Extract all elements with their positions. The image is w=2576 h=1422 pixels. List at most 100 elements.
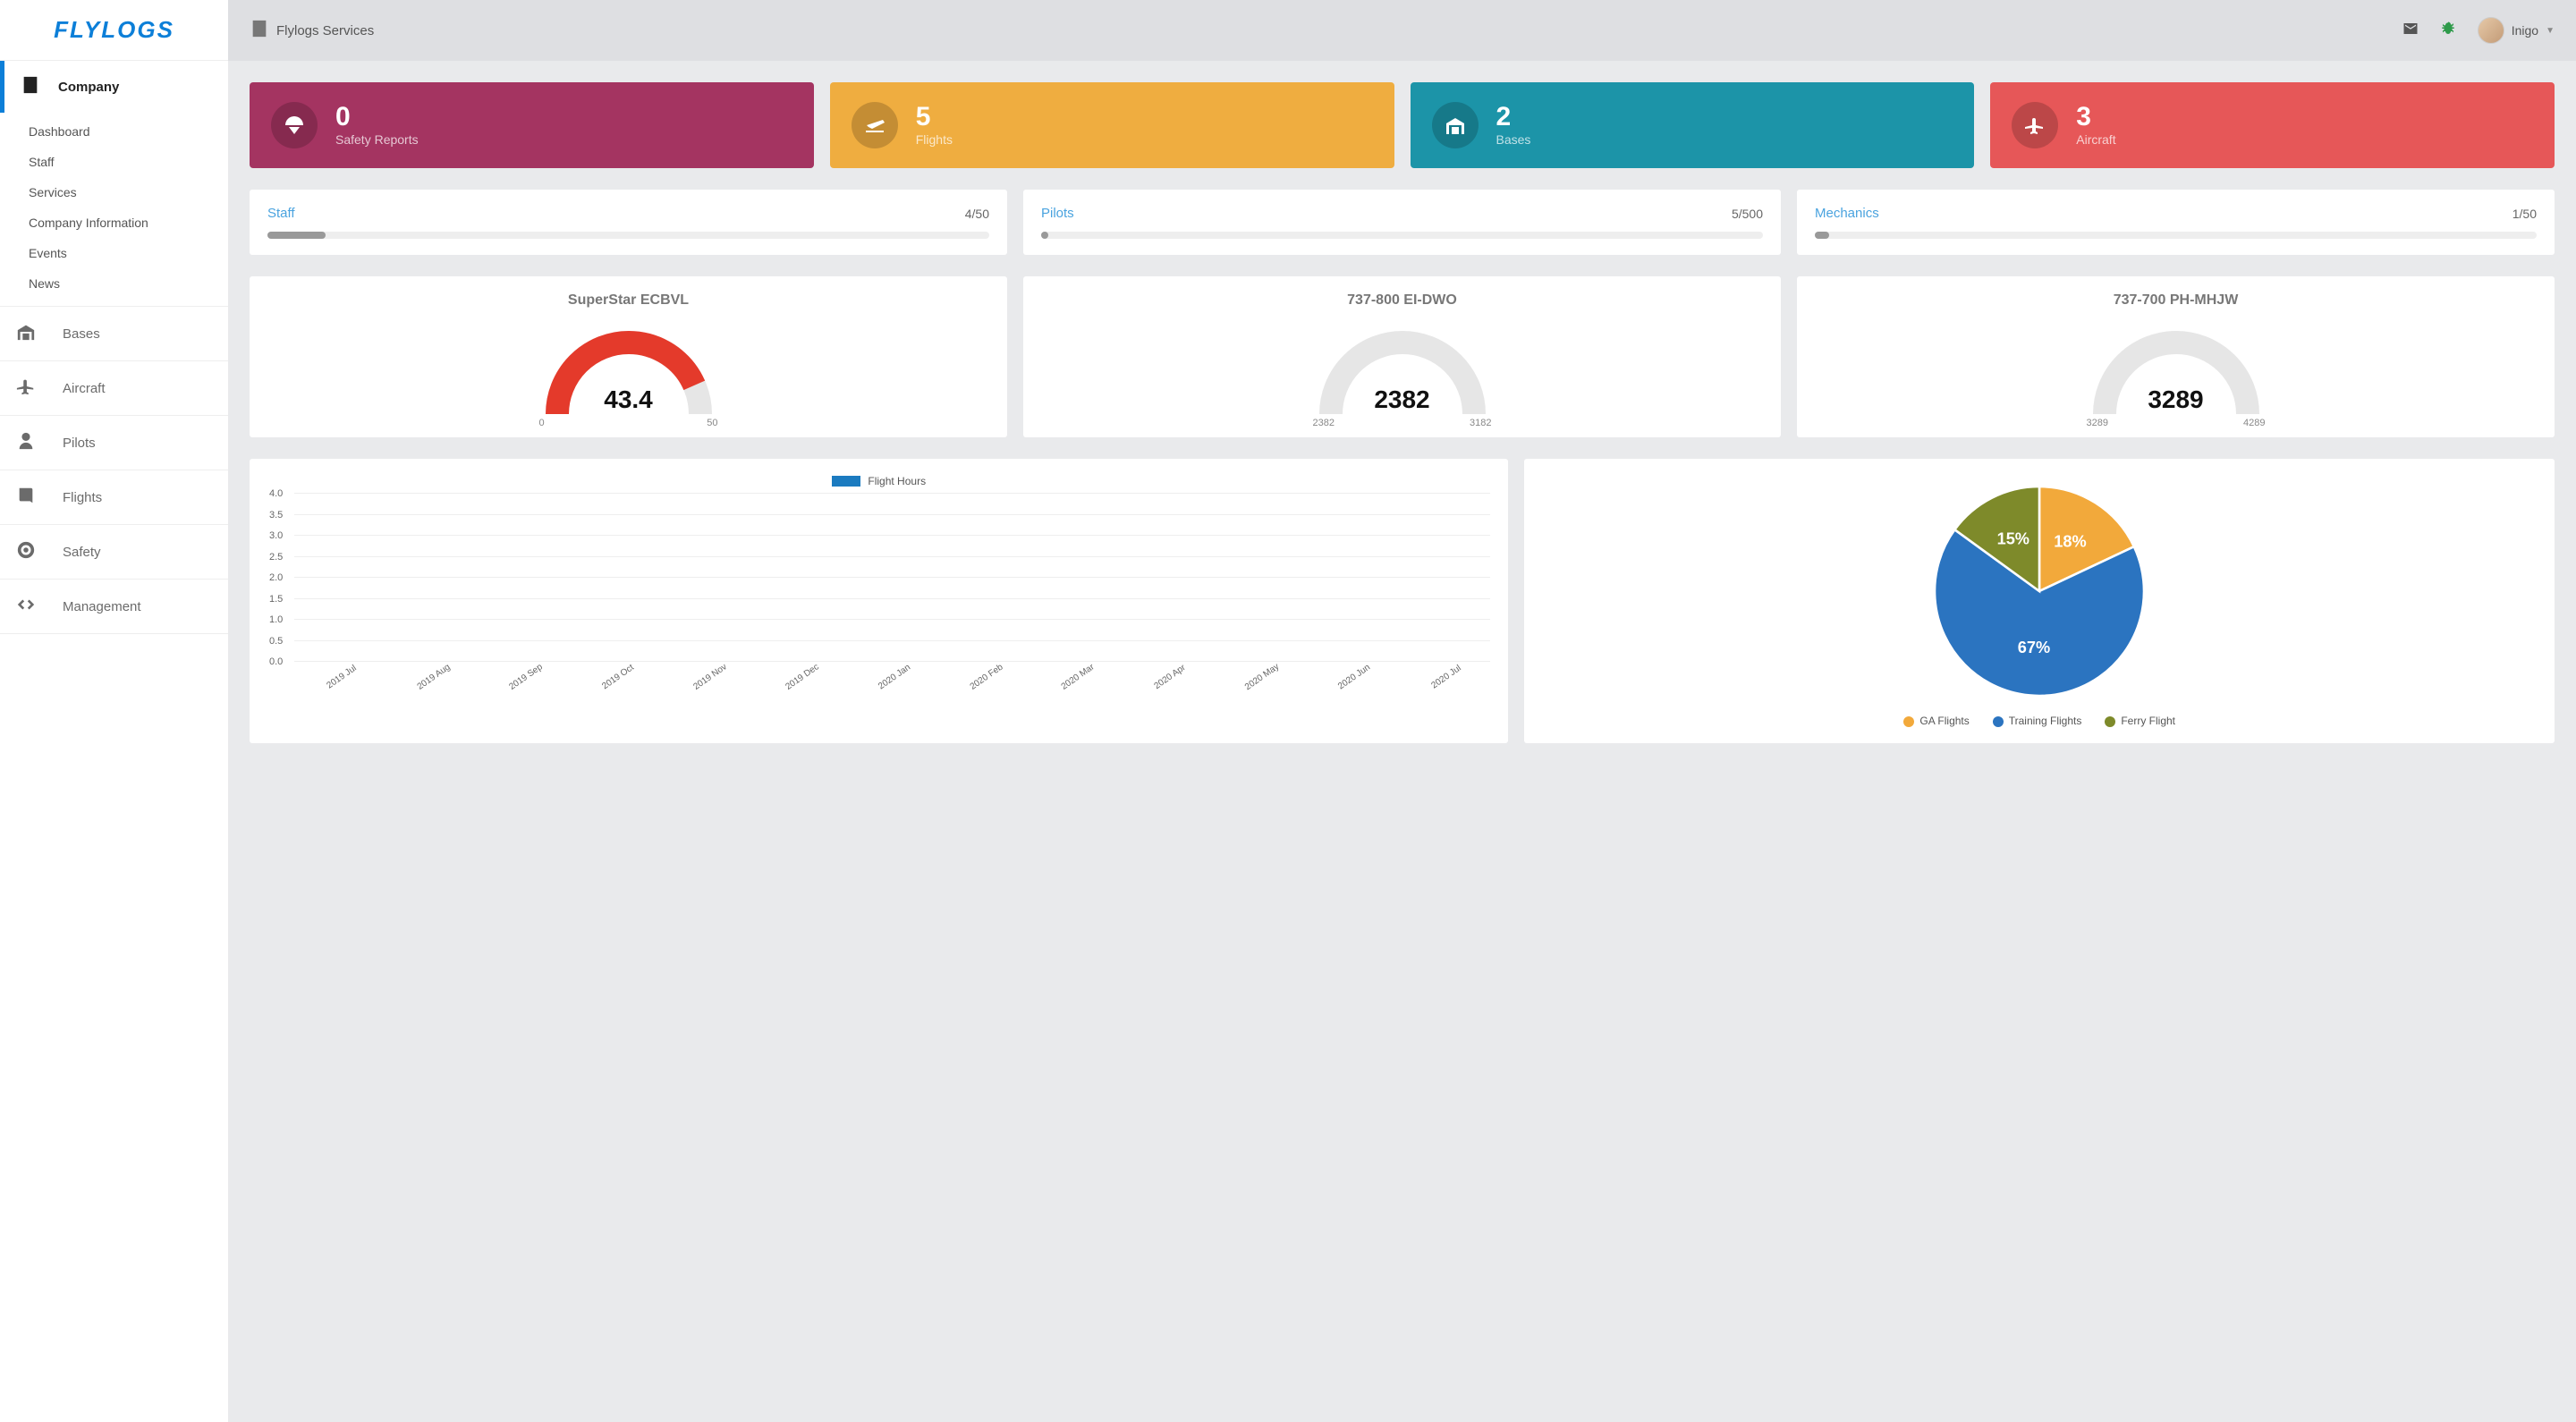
bug-icon[interactable]: [2440, 21, 2456, 41]
plane-icon: [2012, 102, 2058, 148]
progress-bar: [267, 232, 989, 239]
gauge-title: 737-700 PH-MHJW: [1806, 292, 2546, 309]
user-menu[interactable]: Inigo ▼: [2478, 17, 2555, 44]
y-tick: 0.0: [269, 656, 283, 667]
pie-legend: GA Flights Training Flights Ferry Flight: [1903, 715, 2175, 727]
legend-dot: [1993, 716, 2004, 727]
gauge-card[interactable]: SuperStar ECBVL 43.4 050: [250, 276, 1007, 437]
sidebar-item-label: Pilots: [63, 436, 96, 451]
takeoff-icon: [852, 102, 898, 148]
progress-card-mechanics[interactable]: Mechanics 1/50: [1797, 190, 2555, 255]
building-icon: [250, 19, 269, 42]
stat-card-flights[interactable]: 5 Flights: [830, 82, 1394, 168]
sidebar-sub-item[interactable]: Staff: [0, 147, 228, 177]
code-icon: [16, 595, 38, 618]
sidebar-item-label: Bases: [63, 326, 100, 342]
pie-label: 18%: [2054, 532, 2086, 550]
user-name: Inigo: [2512, 23, 2538, 38]
sidebar-sub-item[interactable]: Dashboard: [0, 116, 228, 147]
progress-row: Staff 4/50 Pilots 5/500 Mechanics 1/50: [250, 190, 2555, 255]
y-tick: 3.0: [269, 530, 283, 541]
progress-card-staff[interactable]: Staff 4/50: [250, 190, 1007, 255]
y-tick: 1.5: [269, 594, 283, 605]
legend-swatch: [832, 476, 860, 487]
sidebar-item-company[interactable]: Company: [0, 61, 228, 113]
main-nav: Bases Aircraft Pilots Flights Safety Manageme…: [0, 307, 228, 634]
legend-item: Training Flights: [1993, 715, 2082, 727]
bar-chart-title: Flight Hours: [868, 475, 926, 487]
y-tick: 2.5: [269, 552, 283, 563]
progress-title: Pilots: [1041, 206, 1074, 221]
pilot-icon: [16, 431, 38, 454]
gauge-value: 43.4: [530, 385, 727, 414]
sidebar-item-pilots[interactable]: Pilots: [0, 416, 228, 470]
legend-dot: [1903, 716, 1914, 727]
pie-chart-card: 18%67%15% GA Flights Training Flights Ferr…: [1524, 459, 2555, 743]
nav-section-company: Company Dashboard Staff Services Company…: [0, 61, 228, 307]
breadcrumb: Flylogs Services: [250, 19, 374, 42]
gauge-card[interactable]: 737-800 EI-DWO 2382 23823182: [1023, 276, 1781, 437]
logo-area: FLYLOGS: [0, 0, 228, 61]
stat-card-aircraft[interactable]: 3 Aircraft: [1990, 82, 2555, 168]
parachute-icon: [271, 102, 318, 148]
page-title: Flylogs Services: [276, 23, 374, 38]
sidebar-sub-item[interactable]: Events: [0, 238, 228, 268]
hangar-icon: [16, 322, 38, 345]
y-tick: 0.5: [269, 636, 283, 647]
sidebar-item-safety[interactable]: Safety: [0, 525, 228, 580]
stat-label: Flights: [916, 132, 953, 147]
bar-chart-card: Flight Hours 0.0 0.5 1.0 1.5 2.0 2.5 3.0 3.5 4.0…: [250, 459, 1508, 743]
sidebar: FLYLOGS Company Dashboard Staff Services…: [0, 0, 228, 1422]
sidebar-item-label: Management: [63, 599, 141, 614]
brand-logo[interactable]: FLYLOGS: [54, 16, 174, 44]
stat-label: Safety Reports: [335, 132, 419, 147]
legend-item: Ferry Flight: [2105, 715, 2175, 727]
hangar-icon: [1432, 102, 1479, 148]
sidebar-item-aircraft[interactable]: Aircraft: [0, 361, 228, 416]
book-icon: [16, 486, 38, 509]
sidebar-sub-item[interactable]: Company Information: [0, 207, 228, 238]
sidebar-company-label: Company: [58, 80, 119, 95]
sidebar-item-flights[interactable]: Flights: [0, 470, 228, 525]
y-tick: 2.0: [269, 572, 283, 583]
progress-title: Mechanics: [1815, 206, 1879, 221]
y-tick: 1.0: [269, 614, 283, 625]
progress-title: Staff: [267, 206, 295, 221]
y-tick: 3.5: [269, 510, 283, 521]
progress-fill: [267, 232, 326, 239]
stat-card-safety-reports[interactable]: 0 Safety Reports: [250, 82, 814, 168]
gauge-card[interactable]: 737-700 PH-MHJW 3289 32894289: [1797, 276, 2555, 437]
stat-label: Aircraft: [2076, 132, 2115, 147]
chevron-down-icon: ▼: [2546, 26, 2555, 36]
stat-label: Bases: [1496, 132, 1531, 147]
progress-fill: [1815, 232, 1829, 239]
stats-row: 0 Safety Reports 5 Flights 2 Bases 3 Air…: [250, 82, 2555, 168]
pie-chart: 18%67%15%: [1923, 475, 2156, 707]
bar-chart: 0.00.51.01.52.02.53.03.54.02019 Jul2019 …: [267, 493, 1490, 690]
topbar: Flylogs Services Inigo ▼: [228, 0, 2576, 61]
topbar-actions: Inigo ▼: [2402, 17, 2555, 44]
legend-dot: [2105, 716, 2115, 727]
stat-value: 5: [916, 104, 953, 131]
progress-card-pilots[interactable]: Pilots 5/500: [1023, 190, 1781, 255]
gauge-title: SuperStar ECBVL: [258, 292, 998, 309]
pie-label: 15%: [1997, 529, 2029, 547]
y-tick: 4.0: [269, 488, 283, 499]
mail-icon[interactable]: [2402, 21, 2419, 41]
sidebar-sub-company: Dashboard Staff Services Company Informa…: [0, 113, 228, 306]
sidebar-item-bases[interactable]: Bases: [0, 307, 228, 361]
stat-value: 3: [2076, 104, 2115, 131]
sidebar-item-management[interactable]: Management: [0, 580, 228, 634]
stat-card-bases[interactable]: 2 Bases: [1411, 82, 1975, 168]
progress-bar: [1041, 232, 1763, 239]
sidebar-item-label: Safety: [63, 545, 101, 560]
plane-icon: [16, 377, 38, 400]
progress-count: 5/500: [1732, 207, 1763, 221]
sidebar-sub-item[interactable]: Services: [0, 177, 228, 207]
sidebar-item-label: Flights: [63, 490, 102, 505]
progress-fill: [1041, 232, 1048, 239]
legend-item: GA Flights: [1903, 715, 1969, 727]
progress-count: 4/50: [965, 207, 989, 221]
progress-count: 1/50: [2512, 207, 2537, 221]
sidebar-sub-item[interactable]: News: [0, 268, 228, 299]
